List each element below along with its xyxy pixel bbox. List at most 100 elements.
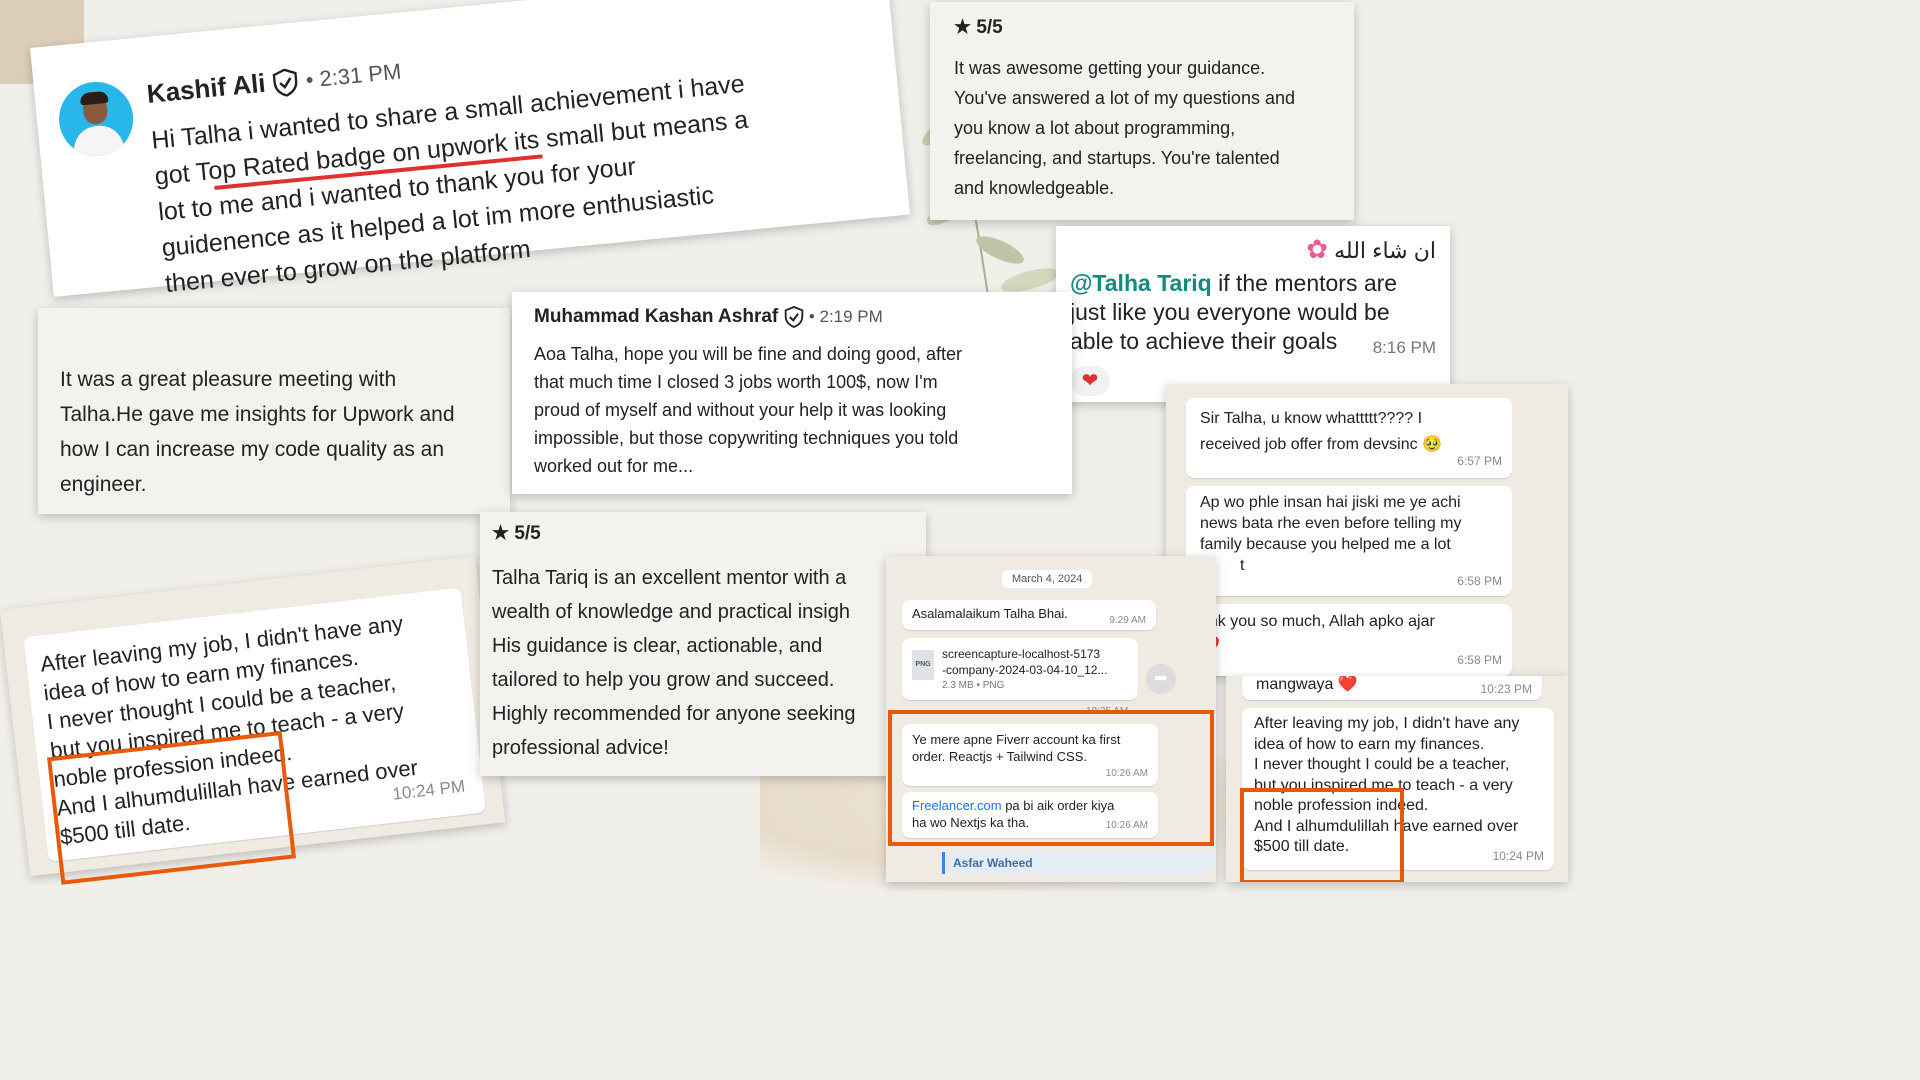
verified-shield-icon <box>784 306 803 328</box>
review-line: freelancing, and startups. You're talent… <box>954 148 1280 168</box>
heart-reaction[interactable]: ❤ <box>1070 366 1110 396</box>
message-line: order. Reactjs + Tailwind CSS. <box>912 749 1087 764</box>
review-body: It was a great pleasure meeting with Tal… <box>60 362 488 502</box>
message-line: just like you everyone would be <box>1070 299 1390 325</box>
message-line: And I alhumdulillah have earned over <box>1254 817 1519 835</box>
message-time: 2:31 PM <box>318 58 403 92</box>
review-line: It was awesome getting your guidance. <box>954 58 1266 78</box>
chat-bubble: Freelancer.com pa bi aik order kiya ha w… <box>902 792 1158 838</box>
author-row: Muhammad Kashan Ashraf • 2:19 PM <box>534 306 883 328</box>
message-time: 10:26 AM <box>1105 768 1148 779</box>
review-line: His guidance is clear, actionable, and <box>492 635 823 657</box>
review-body: Talha Tariq is an excellent mentor with … <box>492 561 914 765</box>
reply-preview[interactable]: Asfar Waheed <box>942 852 1213 874</box>
author-name: Kashif Ali <box>145 67 267 109</box>
message-line: mangwaya ❤️ <box>1256 676 1358 693</box>
avatar <box>55 78 137 160</box>
message-line: but you inspired me to teach - a very <box>1254 776 1513 794</box>
message-time: 10:26 AM <box>1105 820 1148 831</box>
file-time: 10:25 AM <box>1086 706 1129 717</box>
forward-icon[interactable]: ➦ <box>1146 664 1176 694</box>
message-line: After leaving my job, I didn't have any <box>1254 715 1520 732</box>
review-line: tailored to help you grow and succeed. <box>492 669 835 691</box>
testimonial-kashif-ali: Kashif Ali • 2:31 PM Hi Talha i wanted t… <box>30 0 911 298</box>
review-line: professional advice! <box>492 737 669 759</box>
review-line: how I can increase my code quality as an <box>60 438 445 461</box>
urdu-row: ✿ ان شاء الله <box>1070 234 1436 265</box>
message-line: worked out for me... <box>534 456 694 477</box>
message-line: Aoa Talha, hope you will be fine and doi… <box>534 344 962 365</box>
chat-bubble: After leaving my job, I didn't have any … <box>1242 708 1554 870</box>
message-line: Asalamalaikum Talha Bhai. <box>912 606 1068 621</box>
message-time: 10:24 PM <box>1492 848 1544 863</box>
message-line: Sir Talha, u know whattttt???? I <box>1200 410 1423 427</box>
whatsapp-devsinc-chat: Sir Talha, u know whattttt???? I receive… <box>1166 384 1568 676</box>
message-line: proud of myself and without your help it… <box>534 400 947 421</box>
chat-bubble: Asalamalaikum Talha Bhai. 9:29 AM <box>902 600 1156 630</box>
message-line: news bata rhe even before telling my <box>1200 515 1462 532</box>
review-line: and knowledgeable. <box>954 178 1115 198</box>
message-line: impossible, but those copywriting techni… <box>534 428 959 449</box>
message-body: @Talha Tariq if the mentors are just lik… <box>1070 269 1436 357</box>
review-line: Highly recommended for anyone seeking <box>492 703 856 725</box>
message-line: I never thought I could be a teacher, <box>1254 756 1510 773</box>
chat-bubble: After leaving my job, I didn't have any … <box>23 587 487 863</box>
message-time: 6:58 PM <box>1457 574 1502 588</box>
whatsapp-left-job-right: mangwaya ❤️ 10:23 PM After leaving my jo… <box>1226 676 1568 882</box>
chat-bubble: Sir Talha, u know whattttt???? I receive… <box>1186 398 1512 478</box>
message-time: 10:23 PM <box>1480 682 1532 696</box>
review-line: It was a great pleasure meeting with <box>60 368 397 391</box>
flower-icon: ✿ <box>1306 234 1328 264</box>
message-time: 8:16 PM <box>1372 338 1436 357</box>
review-line: Talha.He gave me insights for Upwork and <box>60 403 455 426</box>
whatsapp-left-job-rotated: After leaving my job, I didn't have any … <box>0 555 506 885</box>
review-line: you know a lot about programming, <box>954 118 1236 138</box>
file-bubble: PNG screencapture-localhost-5173 -compan… <box>902 638 1138 700</box>
message-line: idea of how to earn my finances. <box>1254 735 1485 753</box>
file-meta: 2.3 MB • PNG <box>942 680 1005 691</box>
mention-talha-tariq[interactable]: @Talha Tariq <box>1070 270 1212 296</box>
review-card-excellent-mentor: ★ 5/5 Talha Tariq is an excellent mentor… <box>480 512 926 776</box>
review-line: Talha Tariq is an excellent mentor with … <box>492 567 847 589</box>
author-name: Muhammad Kashan Ashraf <box>534 306 779 328</box>
rating: 5/5 <box>514 523 541 544</box>
rating-row: ★ 5/5 <box>492 522 914 545</box>
chat-bubble: Ap wo phle insan hai jiski me ye achi ne… <box>1186 486 1512 596</box>
review-line: wealth of knowledge and practical insigh <box>492 601 850 623</box>
verified-shield-icon <box>272 68 298 97</box>
freelancer-link[interactable]: Freelancer.com <box>912 798 1002 813</box>
message-body: Aoa Talha, hope you will be fine and doi… <box>534 340 1050 480</box>
review-card-guidance: ★ 5/5 It was awesome getting your guidan… <box>930 2 1354 220</box>
review-line: You've answered a lot of my questions an… <box>954 88 1295 108</box>
rating: 5/5 <box>976 17 1003 38</box>
file-name[interactable]: screencapture-localhost-5173 -company-20… <box>942 646 1107 694</box>
message-time: 6:57 PM <box>1457 454 1502 468</box>
chat-bubble: mangwaya ❤️ 10:23 PM <box>1242 676 1542 700</box>
message-line: if the mentors are <box>1211 270 1398 296</box>
message-line: Ye mere apne Fiverr account ka first <box>912 732 1121 747</box>
message-line: Ap wo phle insan hai jiski me ye achi <box>1200 494 1461 511</box>
message-line: able to achieve their goals <box>1070 328 1338 354</box>
chat-bubble: ank you so much, Allah apko ajar ❤️ 6:58… <box>1186 604 1512 676</box>
reply-author: Asfar Waheed <box>953 856 1033 870</box>
review-line: engineer. <box>60 473 147 496</box>
chat-bubble: Ye mere apne Fiverr account ka first ord… <box>902 724 1158 786</box>
message-line: noble profession indeed. <box>1254 797 1429 814</box>
urdu-text: ان شاء الله <box>1334 238 1436 263</box>
message-time: 2:19 PM <box>819 307 883 327</box>
review-body: It was awesome getting your guidance. Yo… <box>954 53 1330 203</box>
message-time: 9:29 AM <box>1109 615 1146 626</box>
message-time: 6:58 PM <box>1457 653 1502 667</box>
whatsapp-fiverr-chat: March 4, 2024 Asalamalaikum Talha Bhai. … <box>886 556 1216 882</box>
star-icon: ★ <box>954 17 972 38</box>
message-line: that much time I closed 3 jobs worth 100… <box>534 372 938 393</box>
star-icon: ★ <box>492 523 510 544</box>
review-card-pleasure: It was a great pleasure meeting with Tal… <box>38 308 510 514</box>
message-line: ank you so much, Allah apko ajar <box>1200 613 1435 630</box>
rating-row: ★ 5/5 <box>954 16 1330 39</box>
testimonial-kashan-ashraf: Muhammad Kashan Ashraf • 2:19 PM Aoa Tal… <box>512 292 1072 494</box>
png-file-icon[interactable]: PNG <box>912 650 934 680</box>
whatsapp-mentor-message: ✿ ان شاء الله @Talha Tariq if the mentor… <box>1056 226 1450 402</box>
message-line: family because you helped me a lot <box>1200 536 1451 553</box>
date-chip: March 4, 2024 <box>1002 570 1093 588</box>
